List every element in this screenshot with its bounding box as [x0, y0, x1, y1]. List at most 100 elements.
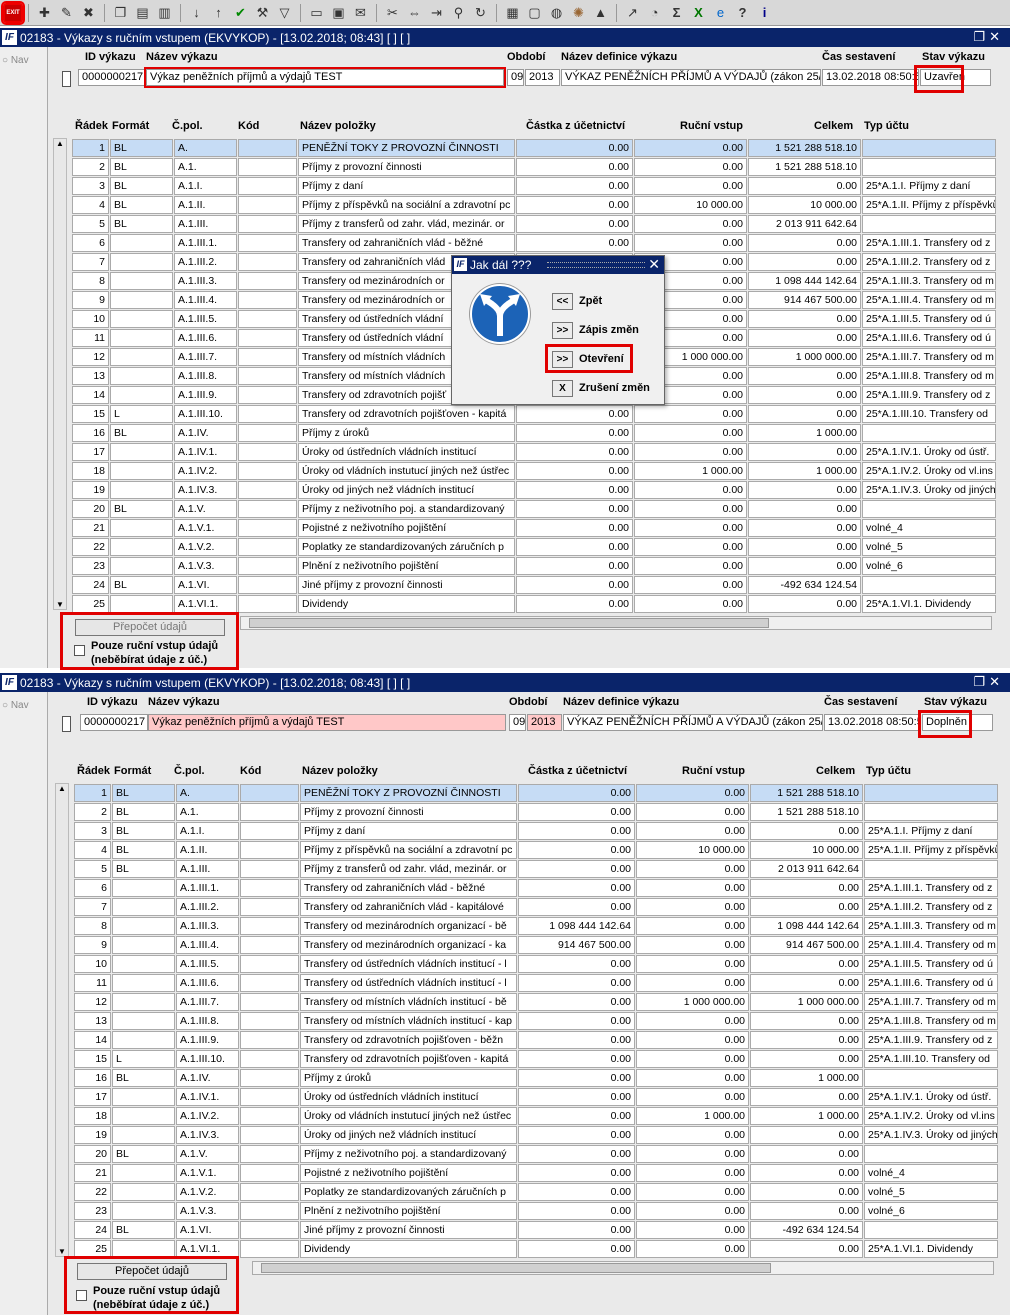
- col-row-cell[interactable]: 23: [72, 557, 109, 575]
- col-item-no-cell[interactable]: A.1.III.6.: [176, 974, 239, 992]
- table-row[interactable]: 22 A.1.V.2. Poplatky ze standardizovaných …: [74, 1182, 998, 1201]
- col-item-name-cell[interactable]: Úroky od vládních instutucí jiných než ú…: [300, 1107, 517, 1125]
- col-row-cell[interactable]: 18: [72, 462, 109, 480]
- col-format-cell[interactable]: BL: [110, 139, 173, 157]
- col-total-cell[interactable]: 0.00: [748, 310, 861, 328]
- table-row[interactable]: 14 A.1.III.9. Transfery od zdravotních poj…: [74, 1030, 998, 1049]
- col-account-type-cell[interactable]: [862, 424, 996, 442]
- col-format-cell[interactable]: L: [112, 1050, 175, 1068]
- col-accounting-amount-cell[interactable]: 0.00: [516, 443, 633, 461]
- search-icon[interactable]: ⚲: [448, 2, 469, 23]
- col-format-cell[interactable]: [112, 879, 175, 897]
- col-row-cell[interactable]: 3: [74, 822, 111, 840]
- table-row[interactable]: 2 BL A.1. Příjmy z provozní činnosti 0.00 0.0…: [74, 802, 998, 821]
- col-item-no-cell[interactable]: A.1.III.9.: [176, 1031, 239, 1049]
- col-row-cell[interactable]: 7: [74, 898, 111, 916]
- record-selector[interactable]: [62, 716, 71, 732]
- table-row[interactable]: 15 L A.1.III.10. Transfery od zdravotních p…: [72, 404, 996, 423]
- record-selector[interactable]: [62, 71, 71, 87]
- col-item-no-cell[interactable]: A.1.IV.1.: [174, 443, 237, 461]
- col-item-name-cell[interactable]: Transfery od zdravotních pojišťoven - ka…: [298, 405, 515, 423]
- col-code-cell[interactable]: [240, 936, 299, 954]
- col-item-no-cell[interactable]: A.1.I.: [176, 822, 239, 840]
- col-code-cell[interactable]: [240, 841, 299, 859]
- col-code-cell[interactable]: [240, 1050, 299, 1068]
- col-item-no-cell[interactable]: A.1.III.9.: [174, 386, 237, 404]
- globe-icon[interactable]: ◍: [546, 2, 567, 23]
- col-account-type-cell[interactable]: 25*A.1.III.9. Transfery od z: [862, 386, 996, 404]
- scroll-up-icon[interactable]: ▲: [58, 784, 66, 793]
- table-row[interactable]: 11 A.1.III.6. Transfery od ústředních vlád…: [74, 973, 998, 992]
- clock-icon[interactable]: ◔: [644, 2, 665, 23]
- col-manual-input-cell[interactable]: 0.00: [634, 405, 747, 423]
- col-item-name-cell[interactable]: Příjmy z neživotního poj. a standardizov…: [298, 500, 515, 518]
- col-row-cell[interactable]: 8: [72, 272, 109, 290]
- col-accounting-amount-cell[interactable]: 0.00: [516, 538, 633, 556]
- header-col-account-type[interactable]: Typ účtu: [866, 765, 911, 777]
- grid-vertical-scrollbar[interactable]: ▲ ▼: [55, 783, 69, 1257]
- col-total-cell[interactable]: 0.00: [750, 898, 863, 916]
- col-total-cell[interactable]: 0.00: [748, 538, 861, 556]
- col-manual-input-cell[interactable]: 0.00: [636, 784, 749, 802]
- col-account-type-cell[interactable]: [864, 1221, 998, 1239]
- col-format-cell[interactable]: [110, 519, 173, 537]
- col-accounting-amount-cell[interactable]: 0.00: [516, 215, 633, 233]
- table-row[interactable]: 13 A.1.III.8. Transfery od místních vládní…: [74, 1011, 998, 1030]
- col-item-name-cell[interactable]: PENĚŽNÍ TOKY Z PROVOZNÍ ČINNOSTI: [300, 784, 517, 802]
- col-accounting-amount-cell[interactable]: 1 098 444 142.64: [518, 917, 635, 935]
- col-item-name-cell[interactable]: Transfery od místních vládních institucí…: [300, 993, 517, 1011]
- col-accounting-amount-cell[interactable]: 0.00: [518, 860, 635, 878]
- col-manual-input-cell[interactable]: 0.00: [634, 595, 747, 613]
- col-format-cell[interactable]: BL: [112, 784, 175, 802]
- col-accounting-amount-cell[interactable]: 0.00: [518, 841, 635, 859]
- col-format-cell[interactable]: [110, 367, 173, 385]
- col-account-type-cell[interactable]: 25*A.1.III.6. Transfery od ú: [862, 329, 996, 347]
- col-total-cell[interactable]: 914 467 500.00: [750, 936, 863, 954]
- col-manual-input-cell[interactable]: 0.00: [636, 1012, 749, 1030]
- export-icon[interactable]: ⇥: [426, 2, 447, 23]
- col-account-type-cell[interactable]: 25*A.1.VI.1. Dividendy: [862, 595, 996, 613]
- col-account-type-cell[interactable]: 25*A.1.IV.1. Úroky od ústř.: [862, 443, 996, 461]
- edit-icon[interactable]: ✎: [56, 2, 77, 23]
- col-code-cell[interactable]: [238, 196, 297, 214]
- col-total-cell[interactable]: 0.00: [748, 253, 861, 271]
- col-format-cell[interactable]: [110, 386, 173, 404]
- col-code-cell[interactable]: [238, 329, 297, 347]
- col-row-cell[interactable]: 11: [74, 974, 111, 992]
- col-accounting-amount-cell[interactable]: 0.00: [518, 1145, 635, 1163]
- col-code-cell[interactable]: [240, 1126, 299, 1144]
- header-col-format[interactable]: Formát: [112, 120, 149, 132]
- table-row[interactable]: 9 A.1.III.4. Transfery od mezinárodních or…: [74, 935, 998, 954]
- delete-icon[interactable]: ✖: [78, 2, 99, 23]
- col-item-name-cell[interactable]: Příjmy z transferů od zahr. vlád, meziná…: [298, 215, 515, 233]
- email-icon[interactable]: ✉: [350, 2, 371, 23]
- col-accounting-amount-cell[interactable]: 0.00: [516, 576, 633, 594]
- col-code-cell[interactable]: [240, 1069, 299, 1087]
- col-accounting-amount-cell[interactable]: 0.00: [518, 1012, 635, 1030]
- col-accounting-amount-cell[interactable]: 0.00: [516, 424, 633, 442]
- col-total-cell[interactable]: 0.00: [750, 1145, 863, 1163]
- col-manual-input-cell[interactable]: 0.00: [636, 1221, 749, 1239]
- col-manual-input-cell[interactable]: 0.00: [636, 1069, 749, 1087]
- wheel-icon[interactable]: ✺: [568, 2, 589, 23]
- col-manual-input-cell[interactable]: 0.00: [636, 1031, 749, 1049]
- col-format-cell[interactable]: BL: [112, 841, 175, 859]
- table-row[interactable]: 8 A.1.III.3. Transfery od mezinárodních or…: [74, 916, 998, 935]
- col-item-name-cell[interactable]: Úroky od ústředních vládních institucí: [298, 443, 515, 461]
- col-item-no-cell[interactable]: A.1.II.: [176, 841, 239, 859]
- col-format-cell[interactable]: [112, 1107, 175, 1125]
- col-code-cell[interactable]: [238, 234, 297, 252]
- col-account-type-cell[interactable]: [862, 139, 996, 157]
- col-manual-input-cell[interactable]: 0.00: [636, 860, 749, 878]
- col-manual-input-cell[interactable]: 0.00: [636, 1202, 749, 1220]
- col-format-cell[interactable]: BL: [110, 424, 173, 442]
- col-total-cell[interactable]: -492 634 124.54: [748, 576, 861, 594]
- col-item-no-cell[interactable]: A.1.VI.: [174, 576, 237, 594]
- table-row[interactable]: 1 BL A. PENĚŽNÍ TOKY Z PROVOZNÍ ČINNOSTI 0.0…: [72, 138, 996, 157]
- col-total-cell[interactable]: 1 098 444 142.64: [748, 272, 861, 290]
- col-item-name-cell[interactable]: Transfery od zahraničních vlád - běžné: [300, 879, 517, 897]
- col-manual-input-cell[interactable]: 0.00: [636, 898, 749, 916]
- col-account-type-cell[interactable]: volné_6: [862, 557, 996, 575]
- col-manual-input-cell[interactable]: 1 000.00: [636, 1107, 749, 1125]
- col-total-cell[interactable]: 0.00: [750, 974, 863, 992]
